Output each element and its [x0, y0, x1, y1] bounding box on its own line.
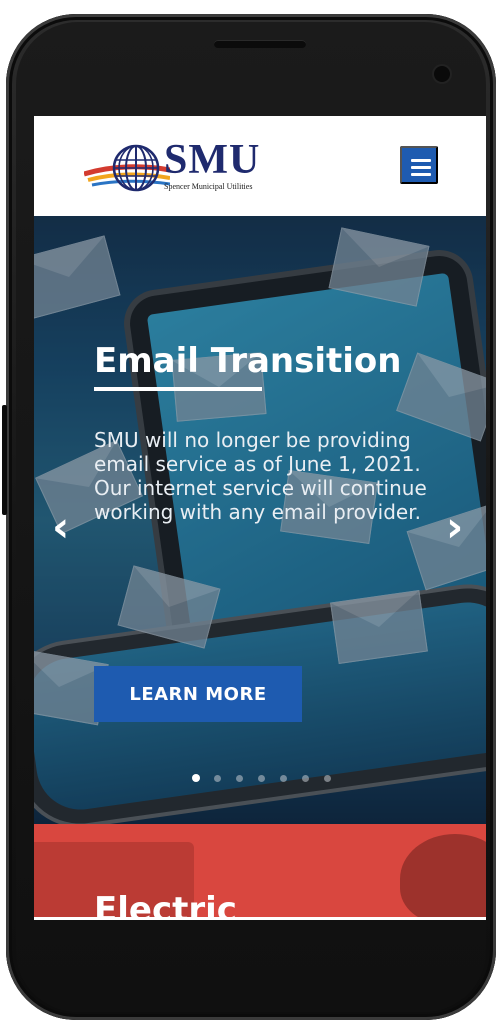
slide-dot[interactable] [280, 775, 287, 782]
slide-dot[interactable] [192, 774, 200, 782]
smu-logo[interactable]: SMU Spencer Municipal Utilities [84, 137, 274, 196]
site-header: SMU Spencer Municipal Utilities [34, 116, 486, 216]
phone-screen: SMU Spencer Municipal Utilities Email Tr… [34, 116, 486, 920]
slide-title: Email Transition [94, 340, 402, 381]
side-button [2, 405, 7, 515]
tree-graphic [400, 834, 486, 920]
electric-section[interactable]: Electric [34, 824, 486, 920]
hamburger-icon [411, 159, 431, 162]
slide-dot[interactable] [324, 775, 331, 782]
logo-wordmark: SMU [164, 137, 261, 183]
menu-button[interactable] [400, 146, 438, 184]
logo-tagline: Spencer Municipal Utilities [164, 182, 253, 191]
speaker-grille [214, 40, 306, 48]
learn-more-button[interactable]: LEARN MORE [94, 666, 302, 722]
hero-slider: Email Transition SMU will no longer be p… [34, 216, 486, 824]
chevron-right-icon[interactable]: › [446, 506, 463, 548]
slide-description: SMU will no longer be providing email se… [94, 428, 427, 524]
title-divider [94, 387, 262, 391]
slide-dot[interactable] [214, 775, 221, 782]
slide-dot[interactable] [236, 775, 243, 782]
section-title: Electric [94, 890, 237, 920]
chevron-left-icon[interactable]: ‹ [52, 506, 69, 548]
front-camera [434, 66, 450, 82]
globe-icon [84, 144, 170, 192]
slide-dot[interactable] [258, 775, 265, 782]
slide-dot[interactable] [302, 775, 309, 782]
